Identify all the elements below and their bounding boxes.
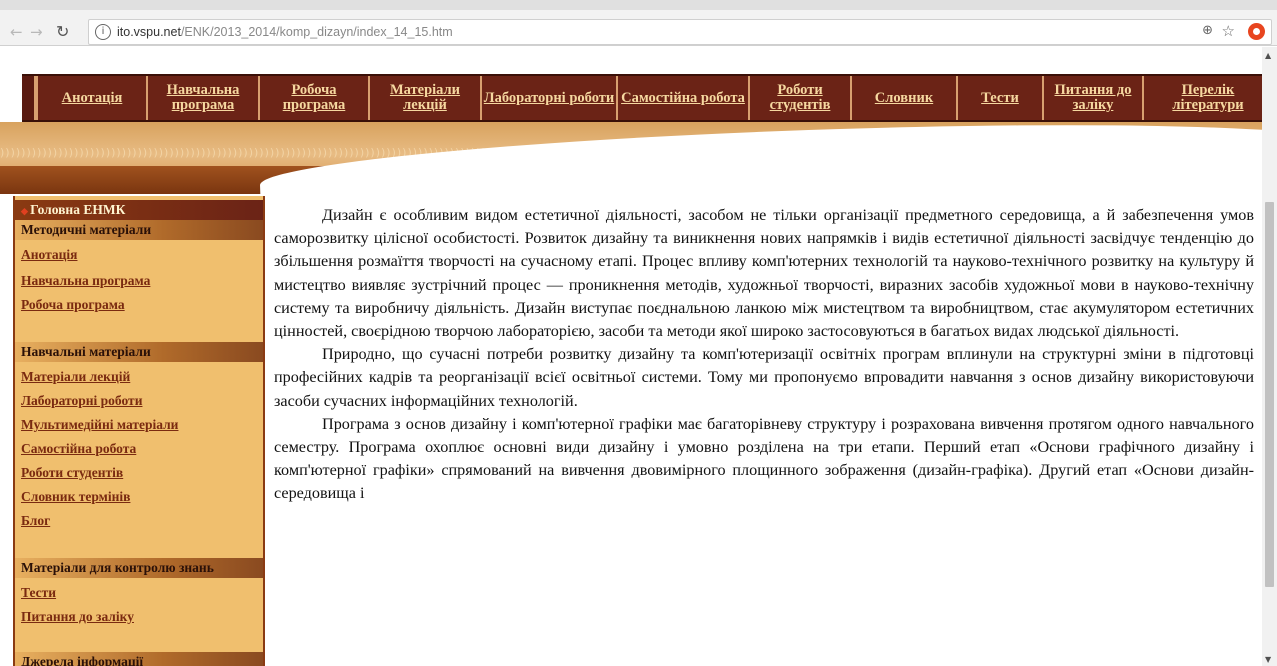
tab-strip — [0, 0, 1277, 10]
content-paragraph: Дизайн є особливим видом естетичної діял… — [274, 206, 1254, 341]
main-content: Дизайн є особливим видом естетичної діял… — [268, 196, 1256, 666]
nav-item-work-program[interactable]: Робоча програма — [258, 76, 368, 120]
url-path: /ENK/2013_2014/komp_dizayn/index_14_15.h… — [180, 25, 453, 39]
nav-item-exam-questions[interactable]: Питання до заліку — [1042, 76, 1142, 120]
nav-item-student-works[interactable]: Роботи студентів — [748, 76, 850, 120]
forward-icon[interactable]: → — [30, 23, 43, 41]
reload-icon[interactable]: ↻ — [56, 22, 69, 41]
nav-link[interactable]: Тести — [981, 90, 1019, 106]
nav-item-lectures[interactable]: Матеріали лекцій — [368, 76, 480, 120]
info-icon[interactable]: i — [95, 24, 111, 40]
nav-link[interactable]: Самостійна робота — [621, 90, 745, 106]
nav-item-annotation[interactable]: Анотація — [36, 76, 146, 120]
nav-item-glossary[interactable]: Словник — [850, 76, 956, 120]
nav-link[interactable]: Лабораторні роботи — [484, 90, 614, 106]
opera-extension-icon[interactable] — [1248, 23, 1265, 40]
sidebar-item-self-study[interactable]: Самостійна робота — [21, 440, 136, 458]
header-banner: ))))))))))))))))))))))))))))))))))))))))… — [0, 122, 1262, 194]
sidebar-item-work-program[interactable]: Робоча програма — [21, 296, 125, 314]
sidebar: Головна ЕНМК Методичні матеріали Анотаці… — [13, 196, 265, 666]
url-host: ito.vspu.net — [117, 25, 181, 39]
zoom-icon[interactable]: ⊕ — [1202, 23, 1213, 38]
sidebar-item-annotation[interactable]: Анотація — [21, 246, 77, 264]
nav-link[interactable]: Анотація — [62, 90, 123, 106]
content-paragraph: Природно, що сучасні потреби розвитку ди… — [274, 345, 1254, 410]
sidebar-section-sources: Джерела інформації — [15, 652, 263, 666]
scroll-down-icon[interactable]: ▼ — [1265, 655, 1271, 664]
nav-link[interactable]: Питання до заліку — [1044, 83, 1142, 113]
nav-item-tests[interactable]: Тести — [956, 76, 1042, 120]
top-navigation: Анотація Навчальна програма Робоча прогр… — [22, 74, 1262, 122]
scrollbar-thumb[interactable] — [1265, 202, 1274, 587]
sidebar-item-exam-questions[interactable]: Питання до заліку — [21, 608, 134, 626]
nav-item-labs[interactable]: Лабораторні роботи — [480, 76, 616, 120]
sidebar-item-labs[interactable]: Лабораторні роботи — [21, 392, 142, 410]
sidebar-section-methodical: Методичні матеріали — [15, 220, 263, 240]
nav-link[interactable]: Робоча програма — [260, 83, 368, 113]
sidebar-item-curriculum[interactable]: Навчальна програма — [21, 272, 150, 290]
nav-left-edge — [22, 76, 36, 120]
nav-item-curriculum[interactable]: Навчальна програма — [146, 76, 258, 120]
nav-link[interactable]: Словник — [875, 90, 933, 106]
nav-item-self-study[interactable]: Самостійна робота — [616, 76, 748, 120]
sidebar-item-blog[interactable]: Блог — [21, 512, 50, 530]
url-text[interactable]: ito.vspu.net/ENK/2013_2014/komp_dizayn/i… — [117, 25, 453, 39]
sidebar-item-lectures[interactable]: Матеріали лекцій — [21, 368, 130, 386]
back-icon[interactable]: ← — [10, 23, 23, 41]
nav-link[interactable]: Матеріали лекцій — [370, 83, 480, 113]
sidebar-item-tests[interactable]: Тести — [21, 584, 56, 602]
browser-toolbar: ← → ↻ i ito.vspu.net/ENK/2013_2014/komp_… — [0, 0, 1277, 46]
nav-link[interactable]: Роботи студентів — [750, 83, 850, 113]
nav-item-literature[interactable]: Перелік літератури — [1142, 76, 1262, 120]
sidebar-home-link[interactable]: Головна ЕНМК — [15, 200, 263, 220]
scroll-up-icon[interactable]: ▲ — [1265, 51, 1271, 60]
sidebar-home-label[interactable]: Головна ЕНМК — [30, 202, 125, 217]
star-icon[interactable]: ☆ — [1222, 22, 1235, 40]
content-paragraph: Програма з основ дизайну і комп'ютерної … — [274, 414, 1254, 503]
sidebar-item-multimedia[interactable]: Мультимедійні матеріали — [21, 416, 178, 434]
sidebar-section-control: Матеріали для контролю знань — [15, 558, 263, 578]
sidebar-item-glossary[interactable]: Словник термінів — [21, 488, 130, 506]
vertical-scrollbar[interactable]: ▲ ▼ — [1262, 47, 1277, 666]
address-bar[interactable]: i ito.vspu.net/ENK/2013_2014/komp_dizayn… — [88, 19, 1272, 45]
nav-link[interactable]: Перелік літератури — [1154, 83, 1262, 113]
sidebar-item-student-works[interactable]: Роботи студентів — [21, 464, 123, 482]
sidebar-section-learning: Навчальні матеріали — [15, 342, 263, 362]
nav-link[interactable]: Навчальна програма — [148, 83, 258, 113]
